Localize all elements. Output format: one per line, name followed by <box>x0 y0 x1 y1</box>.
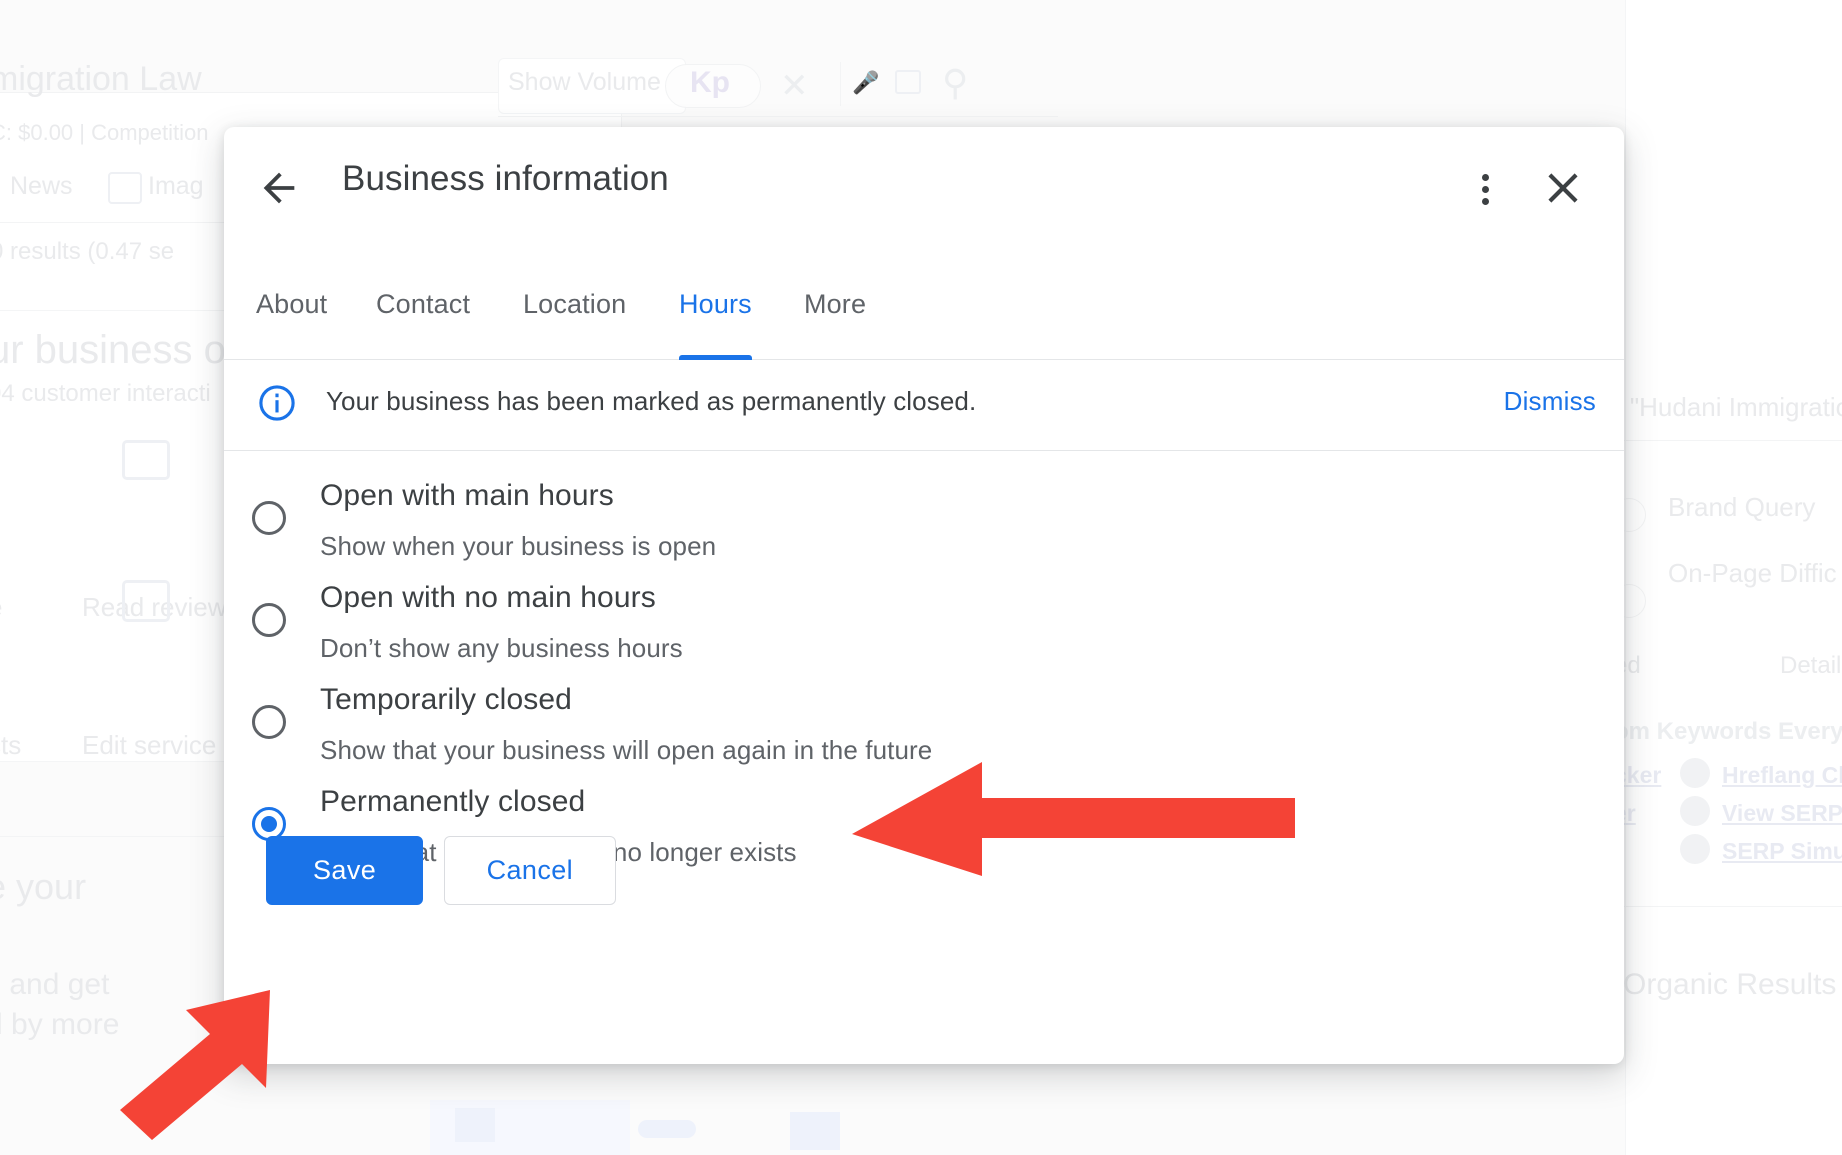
camera-icon <box>895 70 921 94</box>
dialog-actions: Save Cancel <box>266 836 616 905</box>
cancel-button[interactable]: Cancel <box>444 836 616 905</box>
bg-promo-2: s and get <box>0 968 109 1002</box>
permanently-closed-banner: Your business has been marked as permane… <box>224 360 1624 451</box>
banner-message: Your business has been marked as permane… <box>326 386 976 417</box>
bg-query-label: r "Hudani Immigration <box>1614 392 1842 423</box>
option-subtitle: Show that your business will open again … <box>320 735 932 766</box>
info-icon <box>256 382 298 424</box>
save-button[interactable]: Save <box>266 836 423 905</box>
bg-nav-news: News <box>10 172 73 201</box>
bar-chart-icon <box>455 1108 495 1142</box>
back-arrow-icon[interactable] <box>256 165 302 211</box>
bg-interactions: 04 customer interacti <box>0 380 211 408</box>
more-vert-icon[interactable] <box>1462 165 1508 211</box>
tab-contact-label: Contact <box>376 289 470 320</box>
radio-open-with-main-hours[interactable] <box>252 501 286 535</box>
bg-products: cts <box>0 730 21 761</box>
bg-edit-services: Edit service <box>82 730 216 761</box>
option-subtitle: Don’t show any business hours <box>320 633 683 664</box>
tab-more[interactable]: More <box>804 247 866 359</box>
page-title: Business information <box>342 159 669 199</box>
play-circle-icon-1 <box>1680 758 1710 788</box>
tab-about[interactable]: About <box>256 247 327 359</box>
bg-divider-3 <box>1600 440 1842 441</box>
bg-on-page-difficulty: On-Page Diffic <box>1668 558 1837 589</box>
bg-nav-images: Imag <box>148 172 204 201</box>
option-title: Permanently closed <box>320 785 585 819</box>
option-title: Open with main hours <box>320 479 614 513</box>
radio-open-with-no-main-hours[interactable] <box>252 603 286 637</box>
bg-details: Detail <box>1780 652 1841 680</box>
bg-organic-results-right: l Organic Results <box>1608 968 1836 1002</box>
mic-icon: 🎤 <box>852 70 879 96</box>
review-star-icon <box>122 440 170 480</box>
services-list-icon <box>122 580 170 622</box>
bg-kp-badge: Kp <box>690 66 730 100</box>
bg-keywords-everywhere: om Keywords Everyw <box>1614 718 1842 746</box>
tab-location[interactable]: Location <box>523 247 626 359</box>
bg-promo-1: e your <box>0 866 86 908</box>
bg-view-serp-link: View SERP F <box>1722 800 1842 827</box>
option-open-with-main-hours[interactable]: Open with main hours Show when your busi… <box>224 473 1624 575</box>
bg-toolbar-divider <box>840 62 841 106</box>
option-title: Open with no main hours <box>320 581 656 615</box>
tab-hours[interactable]: Hours <box>679 247 752 359</box>
bg-profile-heading: ur business o <box>0 328 226 373</box>
option-open-with-no-main-hours[interactable]: Open with no main hours Don’t show any b… <box>224 575 1624 677</box>
tab-contact[interactable]: Contact <box>376 247 470 359</box>
bg-metrics: C: $0.00 | Competition <box>0 120 209 146</box>
play-circle-icon-2 <box>1680 796 1710 826</box>
bg-edit-label: e <box>0 592 2 623</box>
radio-temporarily-closed[interactable] <box>252 705 286 739</box>
dialog-header: Business information <box>224 127 1624 247</box>
bg-toolbar-underline <box>498 116 1058 117</box>
bg-hreflang-link: Hreflang Ch <box>1722 762 1842 789</box>
play-circle-icon-3 <box>1680 834 1710 864</box>
bg-show-volume: Show Volume <box>508 68 661 97</box>
image-icon <box>108 172 142 204</box>
close-icon[interactable] <box>1538 163 1588 213</box>
tab-about-label: About <box>256 289 327 320</box>
bg-brand-query: Brand Query <box>1668 492 1815 523</box>
chart-icon-2 <box>790 1112 840 1150</box>
tab-hours-label: Hours <box>679 289 752 320</box>
search-icon: ⚲ <box>942 62 968 104</box>
bg-divider-4 <box>1600 906 1842 907</box>
dialog-tabs: About Contact Location Hours More <box>224 247 1624 360</box>
option-title: Temporarily closed <box>320 683 572 717</box>
pill-icon <box>638 1120 696 1138</box>
dismiss-button[interactable]: Dismiss <box>1504 386 1596 417</box>
bg-results-count: 0 results (0.47 se <box>0 238 174 266</box>
option-subtitle: Show when your business is open <box>320 531 716 562</box>
hours-options-group: Open with main hours Show when your busi… <box>224 451 1624 881</box>
bg-heading: migration Law <box>0 60 202 99</box>
bg-serp-simulator-link: SERP Simula <box>1722 838 1842 865</box>
bg-promo-3: d by more <box>0 1008 119 1042</box>
tab-location-label: Location <box>523 289 626 320</box>
tab-more-label: More <box>804 289 866 320</box>
business-information-dialog: Business information About Contact Locat… <box>224 127 1624 1064</box>
option-temporarily-closed[interactable]: Temporarily closed Show that your busine… <box>224 677 1624 779</box>
clear-x-icon: ✕ <box>780 66 809 106</box>
